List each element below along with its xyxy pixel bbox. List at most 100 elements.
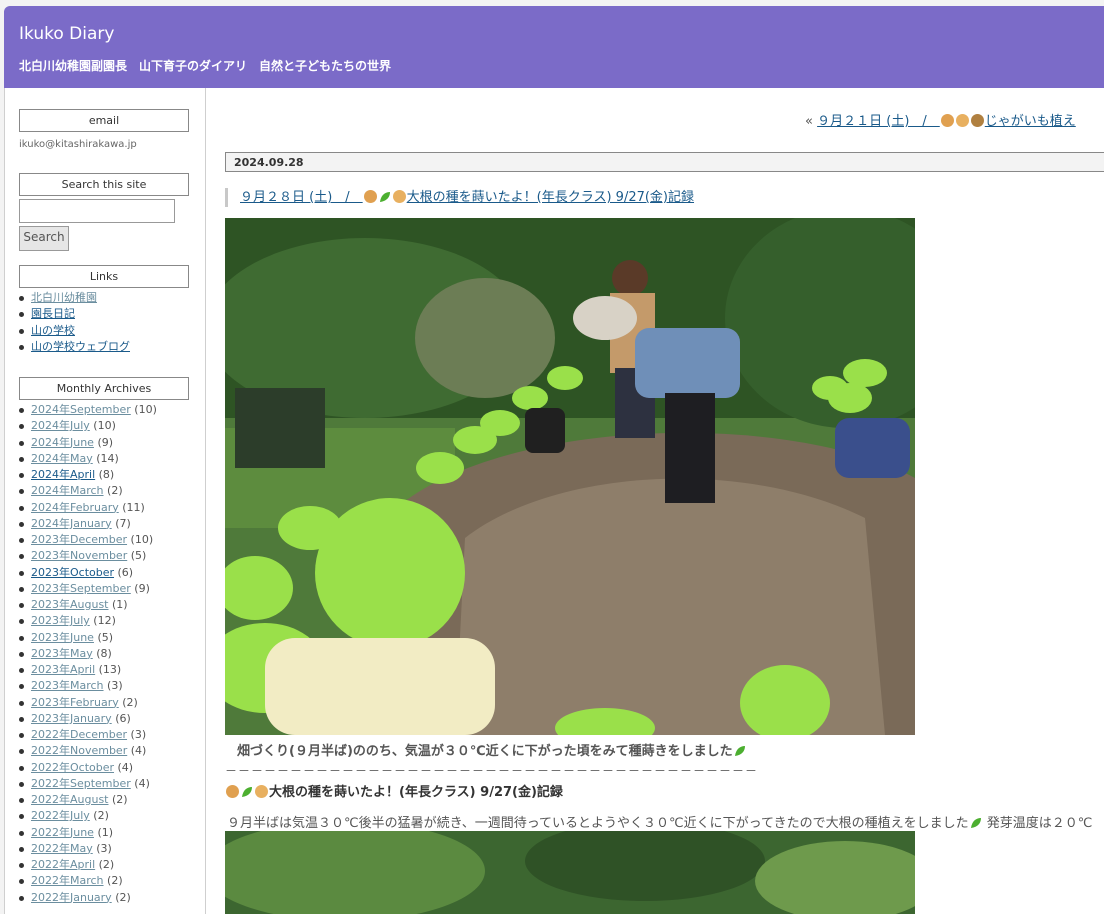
archive-link[interactable]: 2024年September xyxy=(31,403,131,416)
divider-dashes: －－－－－－－－－－－－－－－－－－－－－－－－－－－－－－－－－－－－－－－－… xyxy=(225,764,759,778)
list-item: 北白川幼稚園 xyxy=(19,290,199,306)
links-heading: Links xyxy=(19,265,189,288)
archive-item: 2023年June (5) xyxy=(19,630,199,646)
archive-count: (1) xyxy=(112,598,128,611)
prev-post-date: ９月２１日 (土) / xyxy=(817,114,940,129)
archive-link[interactable]: 2024年March xyxy=(31,484,104,497)
page-frame: email ikuko@kitashirakawa.jp Search this… xyxy=(4,88,1104,914)
archive-count: (8) xyxy=(98,468,115,481)
archive-item: 2024年February (11) xyxy=(19,500,199,516)
post-title-link[interactable]: ９月２８日 (土) / 大根の種を蒔いたよ！(年長クラス) 9/27(金)記録 xyxy=(240,190,694,205)
archives-heading: Monthly Archives xyxy=(19,377,189,400)
post-subheading-text: 大根の種を蒔いたよ！(年長クラス) 9/27(金)記録 xyxy=(269,785,563,800)
archive-link[interactable]: 2024年May xyxy=(31,452,93,465)
archive-count: (3) xyxy=(130,728,147,741)
archive-item: 2023年February (2) xyxy=(19,695,199,711)
prev-arrow: « xyxy=(805,114,813,129)
archive-item: 2023年August (1) xyxy=(19,597,199,613)
archive-item: 2023年September (9) xyxy=(19,581,199,597)
link-director-diary[interactable]: 園長日記 xyxy=(31,307,75,320)
archive-link[interactable]: 2023年January xyxy=(31,712,112,725)
archive-count: (6) xyxy=(115,711,131,725)
archive-link[interactable]: 2023年March xyxy=(31,679,104,692)
link-mountain-school[interactable]: 山の学校 xyxy=(31,324,75,337)
archive-count: (4) xyxy=(134,776,150,790)
archive-count: (6) xyxy=(117,565,134,579)
email-heading: email xyxy=(19,109,189,132)
site-title[interactable]: Ikuko Diary xyxy=(19,24,114,44)
archive-link[interactable]: 2022年August xyxy=(31,793,109,806)
archive-link[interactable]: 2022年March xyxy=(31,874,104,887)
archive-count: (4) xyxy=(117,760,134,774)
site-header: Ikuko Diary 北白川幼稚園副園長 山下育子のダイアリ 自然と子どもたち… xyxy=(4,6,1104,88)
archive-link[interactable]: 2022年June xyxy=(31,826,94,839)
archive-count: (8) xyxy=(96,646,112,660)
archive-link[interactable]: 2024年June xyxy=(31,436,94,449)
archive-link[interactable]: 2024年February xyxy=(31,501,119,514)
archive-item: 2024年September (10) xyxy=(19,402,199,418)
photo-caption: 畑づくり(９月半ば)ののち、気温が３０℃近くに下がった頃をみて種蒔きをしました xyxy=(237,740,747,759)
archive-item: 2024年April (8) xyxy=(19,467,199,483)
prev-post-title: じゃがいも植え xyxy=(984,114,1076,129)
archive-count: (2) xyxy=(107,484,123,498)
post-body-text: ９月半ばは気温３０℃後半の猛暑が続き、一週間待っているとようやく３０℃近くに下が… xyxy=(227,816,969,831)
link-mountain-school-blog[interactable]: 山の学校ウェブログ xyxy=(31,340,130,353)
archive-item: 2022年April (2) xyxy=(19,857,199,873)
archive-count: (1) xyxy=(97,825,114,839)
archive-item: 2022年October (4) xyxy=(19,760,199,776)
post-title: ９月２８日 (土) / 大根の種を蒔いたよ！(年長クラス) 9/27(金)記録 xyxy=(225,188,694,207)
archive-link[interactable]: 2024年July xyxy=(31,419,90,432)
archive-link[interactable]: 2023年May xyxy=(31,647,93,660)
archive-item: 2022年January (2) xyxy=(19,890,199,906)
archive-link[interactable]: 2022年December xyxy=(31,728,127,741)
prev-post-link[interactable]: ９月２１日 (土) / じゃがいも植え xyxy=(817,114,1076,129)
archive-item: 2023年March (3) xyxy=(19,678,199,694)
archive-item: 2022年November (4) xyxy=(19,743,199,759)
link-kindergarten[interactable]: 北白川幼稚園 xyxy=(31,291,97,304)
archive-link[interactable]: 2022年July xyxy=(31,809,90,822)
archive-link[interactable]: 2023年November xyxy=(31,549,127,562)
archive-count: (9) xyxy=(134,581,150,595)
archive-item: 2023年April (13) xyxy=(19,662,199,678)
archive-item: 2024年March (2) xyxy=(19,483,199,499)
archive-item: 2023年December (10) xyxy=(19,532,199,548)
archive-link[interactable]: 2022年January xyxy=(31,891,112,904)
archive-count: (4) xyxy=(130,744,147,758)
archive-item: 2023年November (5) xyxy=(19,548,199,564)
archive-link[interactable]: 2022年October xyxy=(31,761,114,774)
links-list: 北白川幼稚園 園長日記 山の学校 山の学校ウェブログ xyxy=(19,290,199,355)
post-date: 2024.09.28 xyxy=(225,152,1104,172)
archive-link[interactable]: 2022年May xyxy=(31,842,93,855)
potato-emoji-icon xyxy=(970,114,984,127)
list-item: 山の学校 xyxy=(19,323,199,339)
archive-link[interactable]: 2023年October xyxy=(31,566,114,579)
archive-item: 2024年May (14) xyxy=(19,451,199,467)
archive-link[interactable]: 2023年July xyxy=(31,614,90,627)
archive-link[interactable]: 2022年November xyxy=(31,744,127,757)
archives-list: 2024年September (10) 2024年July (10) 2024年Ju… xyxy=(19,402,199,906)
search-button[interactable]: Search xyxy=(19,226,69,251)
archive-link[interactable]: 2024年April xyxy=(31,468,95,481)
archive-count: (2) xyxy=(107,874,123,888)
archive-count: (7) xyxy=(115,516,131,530)
search-input[interactable] xyxy=(19,199,175,223)
child-emoji-icon xyxy=(392,190,406,203)
person-emoji-icon xyxy=(940,114,954,127)
archive-link[interactable]: 2022年April xyxy=(31,858,95,871)
list-item: 園長日記 xyxy=(19,306,199,322)
archive-item: 2022年September (4) xyxy=(19,776,199,792)
archive-link[interactable]: 2022年September xyxy=(31,777,131,790)
archive-link[interactable]: 2023年September xyxy=(31,582,131,595)
archive-item: 2024年July (10) xyxy=(19,418,199,434)
archive-count: (2) xyxy=(115,890,131,904)
leaf-icon xyxy=(734,746,745,756)
archive-count: (5) xyxy=(130,549,147,563)
archive-link[interactable]: 2023年August xyxy=(31,598,109,611)
child-emoji-icon xyxy=(955,114,969,127)
archive-link[interactable]: 2023年December xyxy=(31,533,127,546)
archive-link[interactable]: 2023年April xyxy=(31,663,95,676)
archive-link[interactable]: 2023年February xyxy=(31,696,119,709)
archive-link[interactable]: 2023年June xyxy=(31,631,94,644)
archive-count: (14) xyxy=(96,451,119,465)
archive-link[interactable]: 2024年January xyxy=(31,517,112,530)
